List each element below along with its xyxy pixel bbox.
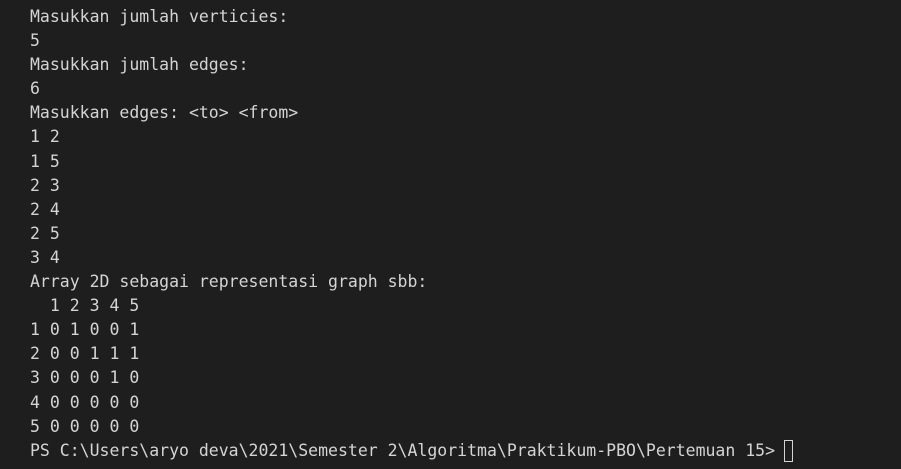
output-line: 2 5: [30, 223, 60, 243]
command-prompt[interactable]: PS C:\Users\aryo deva\2021\Semester 2\Al…: [30, 439, 901, 463]
output-line: 3 4: [30, 247, 60, 267]
output-line: 2 3: [30, 175, 60, 195]
matrix-row: 1 0 1 0 0 1: [30, 320, 140, 340]
output-line: 2 4: [30, 199, 60, 219]
output-line: Masukkan edges: <to> <from>: [30, 103, 299, 123]
prompt-text: PS C:\Users\aryo deva\2021\Semester 2\Al…: [30, 440, 776, 460]
output-line: Masukkan jumlah verticies:: [30, 7, 289, 26]
terminal-cursor[interactable]: [784, 439, 794, 462]
output-line: Array 2D sebagai representasi graph sbb:: [30, 272, 428, 292]
terminal-output[interactable]: . . Masukkan jumlah verticies: 5 Masukka…: [0, 0, 901, 469]
matrix-row: 3 0 0 0 1 0: [30, 368, 140, 388]
output-line: 5: [30, 31, 40, 51]
matrix-row: 5 0 0 0 0 0: [30, 416, 140, 436]
clipped-previous-line: . .: [232, 0, 262, 2]
output-line: 1 2: [30, 127, 60, 147]
output-line: 1 5: [30, 151, 60, 171]
matrix-row: 4 0 0 0 0 0: [30, 392, 140, 412]
matrix-header-row: 1 2 3 4 5: [30, 296, 140, 316]
output-line: Masukkan jumlah edges:: [30, 55, 249, 75]
matrix-row: 2 0 0 1 1 1: [30, 344, 140, 364]
output-line: 6: [30, 79, 40, 99]
